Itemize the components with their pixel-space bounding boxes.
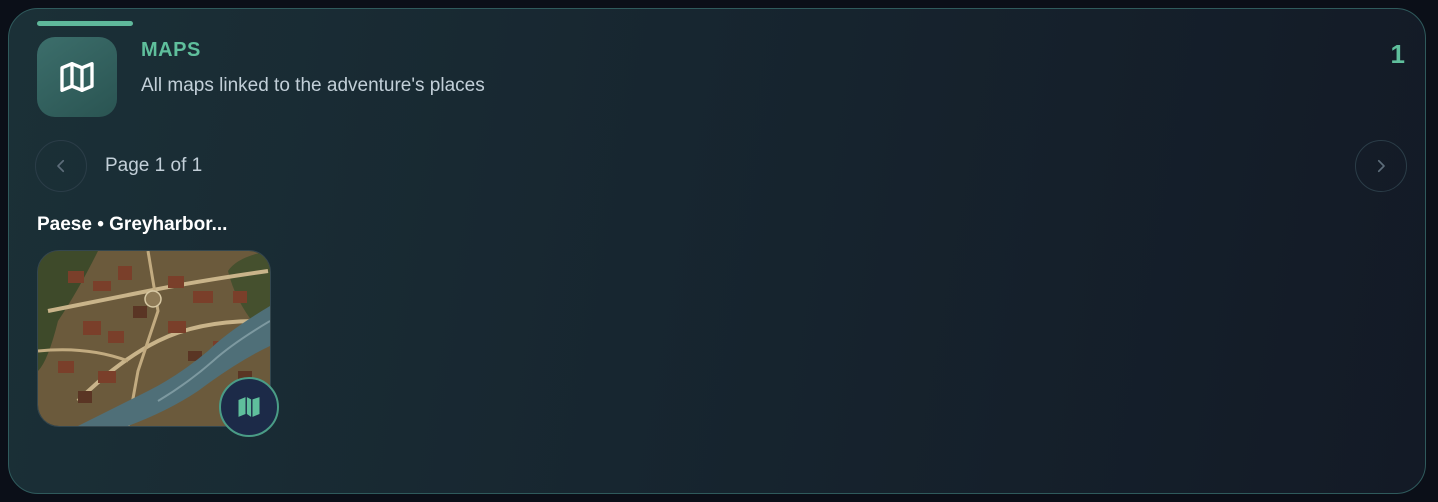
page-indicator: Page 1 of 1 bbox=[105, 155, 203, 176]
accent-bar bbox=[37, 21, 133, 26]
chevron-right-icon bbox=[1377, 159, 1385, 173]
section-title: MAPS bbox=[141, 39, 201, 61]
map-count: 1 bbox=[1390, 39, 1405, 69]
next-page-button[interactable] bbox=[1355, 140, 1407, 192]
previous-page-button[interactable] bbox=[35, 140, 87, 192]
map-icon bbox=[238, 397, 260, 417]
section-subtitle: All maps linked to the adventure's place… bbox=[141, 75, 485, 96]
header-map-icon-tile bbox=[37, 37, 117, 117]
map-icon bbox=[60, 62, 94, 93]
chevron-left-icon bbox=[57, 159, 65, 173]
map-type-badge bbox=[219, 377, 279, 437]
maps-panel: MAPS All maps linked to the adventure's … bbox=[8, 8, 1426, 494]
map-item-title[interactable]: Paese • Greyharbor... bbox=[37, 214, 257, 236]
